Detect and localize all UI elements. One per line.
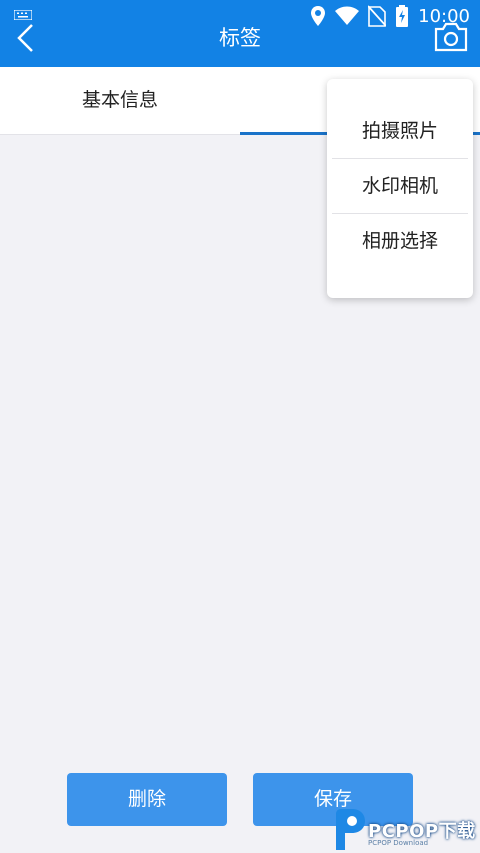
camera-icon <box>434 22 468 52</box>
delete-button[interactable]: 删除 <box>67 773 227 826</box>
pcpop-logo-icon <box>336 809 365 850</box>
page-title: 标签 <box>219 26 261 50</box>
app-bar: 标签 <box>0 22 480 67</box>
menu-item-watermark-camera[interactable]: 水印相机 <box>332 159 468 213</box>
tab-basic-info[interactable]: 基本信息 <box>0 67 240 133</box>
camera-button[interactable] <box>434 20 468 54</box>
menu-item-take-photo[interactable]: 拍摄照片 <box>332 104 468 158</box>
watermark: PCPOP下载 PCPOP Download <box>332 808 480 853</box>
menu-item-choose-from-album[interactable]: 相册选择 <box>332 214 468 268</box>
watermark-subtext: PCPOP Download <box>368 839 429 847</box>
camera-popup-menu: 拍摄照片 水印相机 相册选择 <box>327 79 473 298</box>
